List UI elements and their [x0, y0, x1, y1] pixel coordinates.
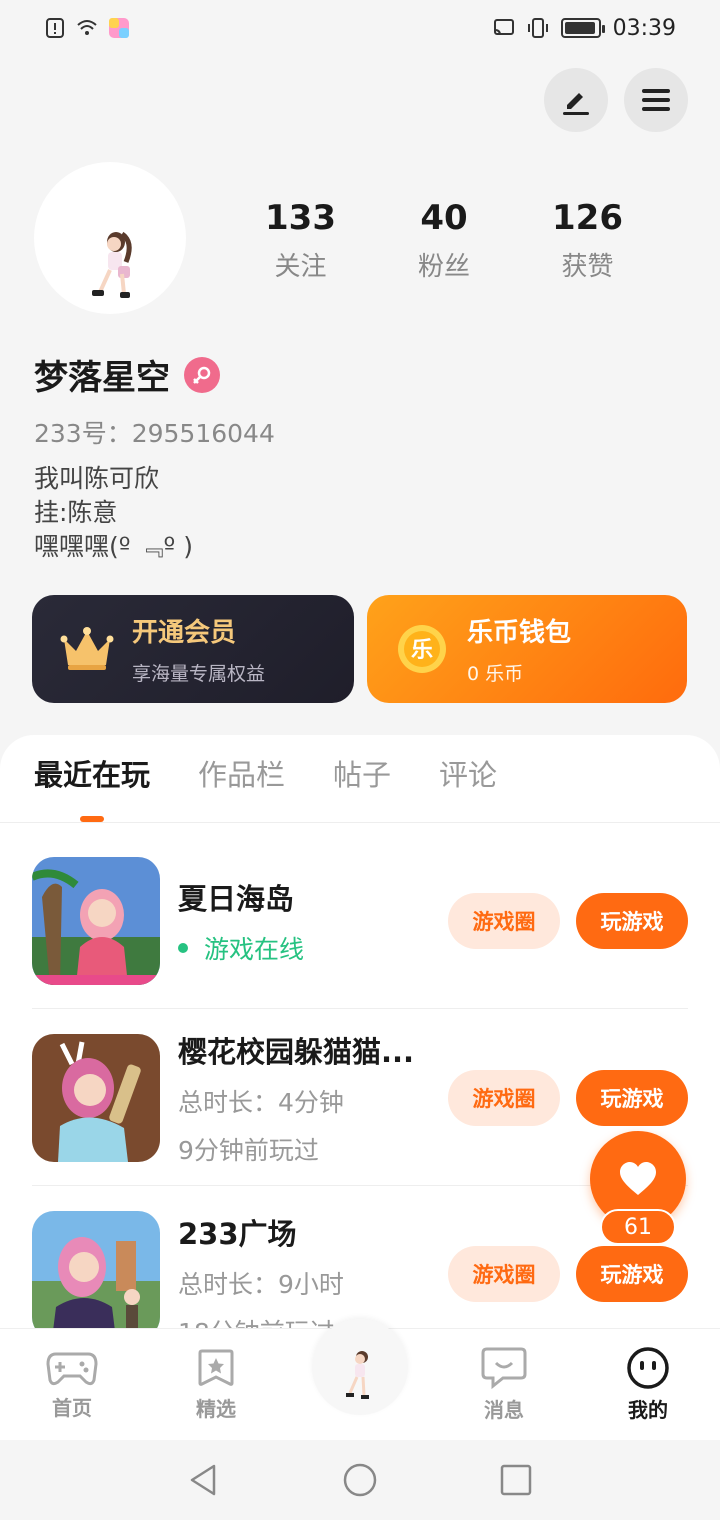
game-thumbnail	[32, 1211, 160, 1328]
play-game-button[interactable]: 玩游戏	[576, 1246, 688, 1302]
tab-posts[interactable]: 帖子	[333, 752, 391, 822]
nav-item-home[interactable]: 首页	[12, 1348, 132, 1421]
menu-button[interactable]	[624, 68, 688, 132]
stat-fans[interactable]: 40 粉丝	[418, 198, 470, 283]
game-online-status: 游戏在线	[178, 930, 428, 966]
game-title: 樱花校园躲猫猫...	[178, 1034, 415, 1069]
game-title: 233广场	[178, 1217, 297, 1251]
game-row[interactable]: 樱花校园躲猫猫... 总时长：4分钟 9分钟前玩过 游戏圈 玩游戏	[32, 1010, 688, 1186]
female-gender-icon	[184, 356, 220, 393]
status-bar: 03:39	[0, 0, 720, 56]
stat-following[interactable]: 133 关注	[265, 198, 336, 283]
stat-fans-value: 40	[420, 198, 468, 238]
pencil-icon	[563, 93, 589, 115]
game-thumbnail	[32, 856, 160, 985]
recents-icon[interactable]	[498, 1462, 534, 1498]
game-circle-button[interactable]: 游戏圈	[448, 892, 560, 949]
vip-card-subtitle: 享海量专属权益	[132, 663, 266, 685]
home-icon[interactable]	[342, 1462, 378, 1498]
crown-icon	[58, 620, 116, 678]
wallet-card[interactable]: 乐 乐币钱包 0 乐币	[367, 595, 687, 703]
battery-icon	[560, 18, 605, 38]
wallet-card-subtitle: 0 乐币	[467, 663, 524, 685]
game-title: 夏日海岛	[178, 881, 295, 916]
game-circle-button[interactable]: 游戏圈	[448, 1246, 560, 1302]
nav-item-messages[interactable]: 消息	[444, 1346, 564, 1423]
cast-icon	[493, 19, 514, 36]
tab-works[interactable]: 作品栏	[198, 752, 285, 822]
like-count-badge: 61	[600, 1209, 676, 1245]
stat-likes-label: 获赞	[561, 252, 614, 282]
game-play-duration: 总时长：4分钟	[178, 1087, 344, 1117]
avatar-character-image	[92, 231, 132, 298]
game-row[interactable]: 夏日海岛 游戏在线 游戏圈 玩游戏	[32, 833, 688, 1009]
alert-notification-icon	[46, 18, 64, 38]
profile-avatar[interactable]	[34, 162, 186, 314]
game-last-played: 18分钟前玩过	[178, 1313, 428, 1328]
stat-likes-value: 126	[552, 198, 623, 238]
wifi-icon	[77, 20, 97, 35]
game-row[interactable]: 233广场 总时长：9小时 18分钟前玩过 游戏圈 玩游戏	[32, 1187, 688, 1328]
nav-label-featured: 精选	[196, 1397, 236, 1421]
tab-recent-play[interactable]: 最近在玩	[34, 752, 150, 822]
wallet-card-title: 乐币钱包	[467, 618, 572, 648]
nav-item-mine[interactable]: 我的	[588, 1346, 708, 1425]
hamburger-menu-icon	[642, 89, 670, 111]
app-notification-icon	[109, 18, 129, 38]
game-online-text: 游戏在线	[204, 934, 305, 964]
game-circle-button[interactable]: 游戏圈	[448, 1069, 560, 1126]
status-time: 03:39	[612, 15, 676, 41]
heart-icon	[620, 1162, 656, 1195]
back-icon[interactable]	[186, 1462, 222, 1498]
gamepad-icon	[46, 1352, 98, 1386]
vip-card-title: 开通会员	[132, 618, 237, 648]
play-game-button[interactable]: 玩游戏	[576, 1069, 688, 1126]
system-navigation-bar	[0, 1440, 720, 1520]
stat-following-label: 关注	[274, 252, 327, 282]
nav-label-messages: 消息	[484, 1398, 524, 1422]
username: 梦落星空	[34, 358, 170, 398]
edit-profile-button[interactable]	[544, 68, 608, 132]
user-bio: 我叫陈可欣 挂:陈意 嘿嘿嘿(º ﹃º )	[34, 464, 193, 561]
vip-card[interactable]: 开通会员 享海量专属权益	[32, 595, 354, 703]
svg-text:乐: 乐	[411, 638, 433, 663]
stat-likes[interactable]: 126 获赞	[552, 198, 623, 283]
vibrate-icon	[527, 18, 548, 38]
game-thumbnail	[32, 1033, 160, 1162]
nav-item-featured[interactable]: 精选	[156, 1347, 276, 1422]
user-id: 233号：295516044	[34, 419, 275, 448]
bottom-nav: 首页 精选 消息 我的	[0, 1318, 720, 1440]
play-game-button[interactable]: 玩游戏	[576, 892, 688, 949]
center-avatar	[312, 1318, 408, 1415]
stat-fans-label: 粉丝	[417, 252, 470, 282]
coin-icon: 乐	[393, 620, 451, 678]
nav-label-mine: 我的	[628, 1394, 668, 1425]
chat-bubble-icon	[481, 1347, 527, 1390]
star-bookmark-icon	[198, 1349, 234, 1386]
game-play-duration: 总时长：9小时	[178, 1270, 344, 1299]
online-dot-icon	[178, 942, 188, 953]
stat-following-value: 133	[265, 198, 336, 238]
tab-comments[interactable]: 评论	[439, 752, 497, 822]
profile-tabs: 最近在玩 作品栏 帖子 评论	[0, 735, 720, 823]
nav-label-home: 首页	[52, 1396, 92, 1420]
nav-item-center[interactable]	[300, 1318, 420, 1415]
smiley-icon	[627, 1347, 669, 1389]
game-last-played: 9分钟前玩过	[178, 1135, 319, 1165]
